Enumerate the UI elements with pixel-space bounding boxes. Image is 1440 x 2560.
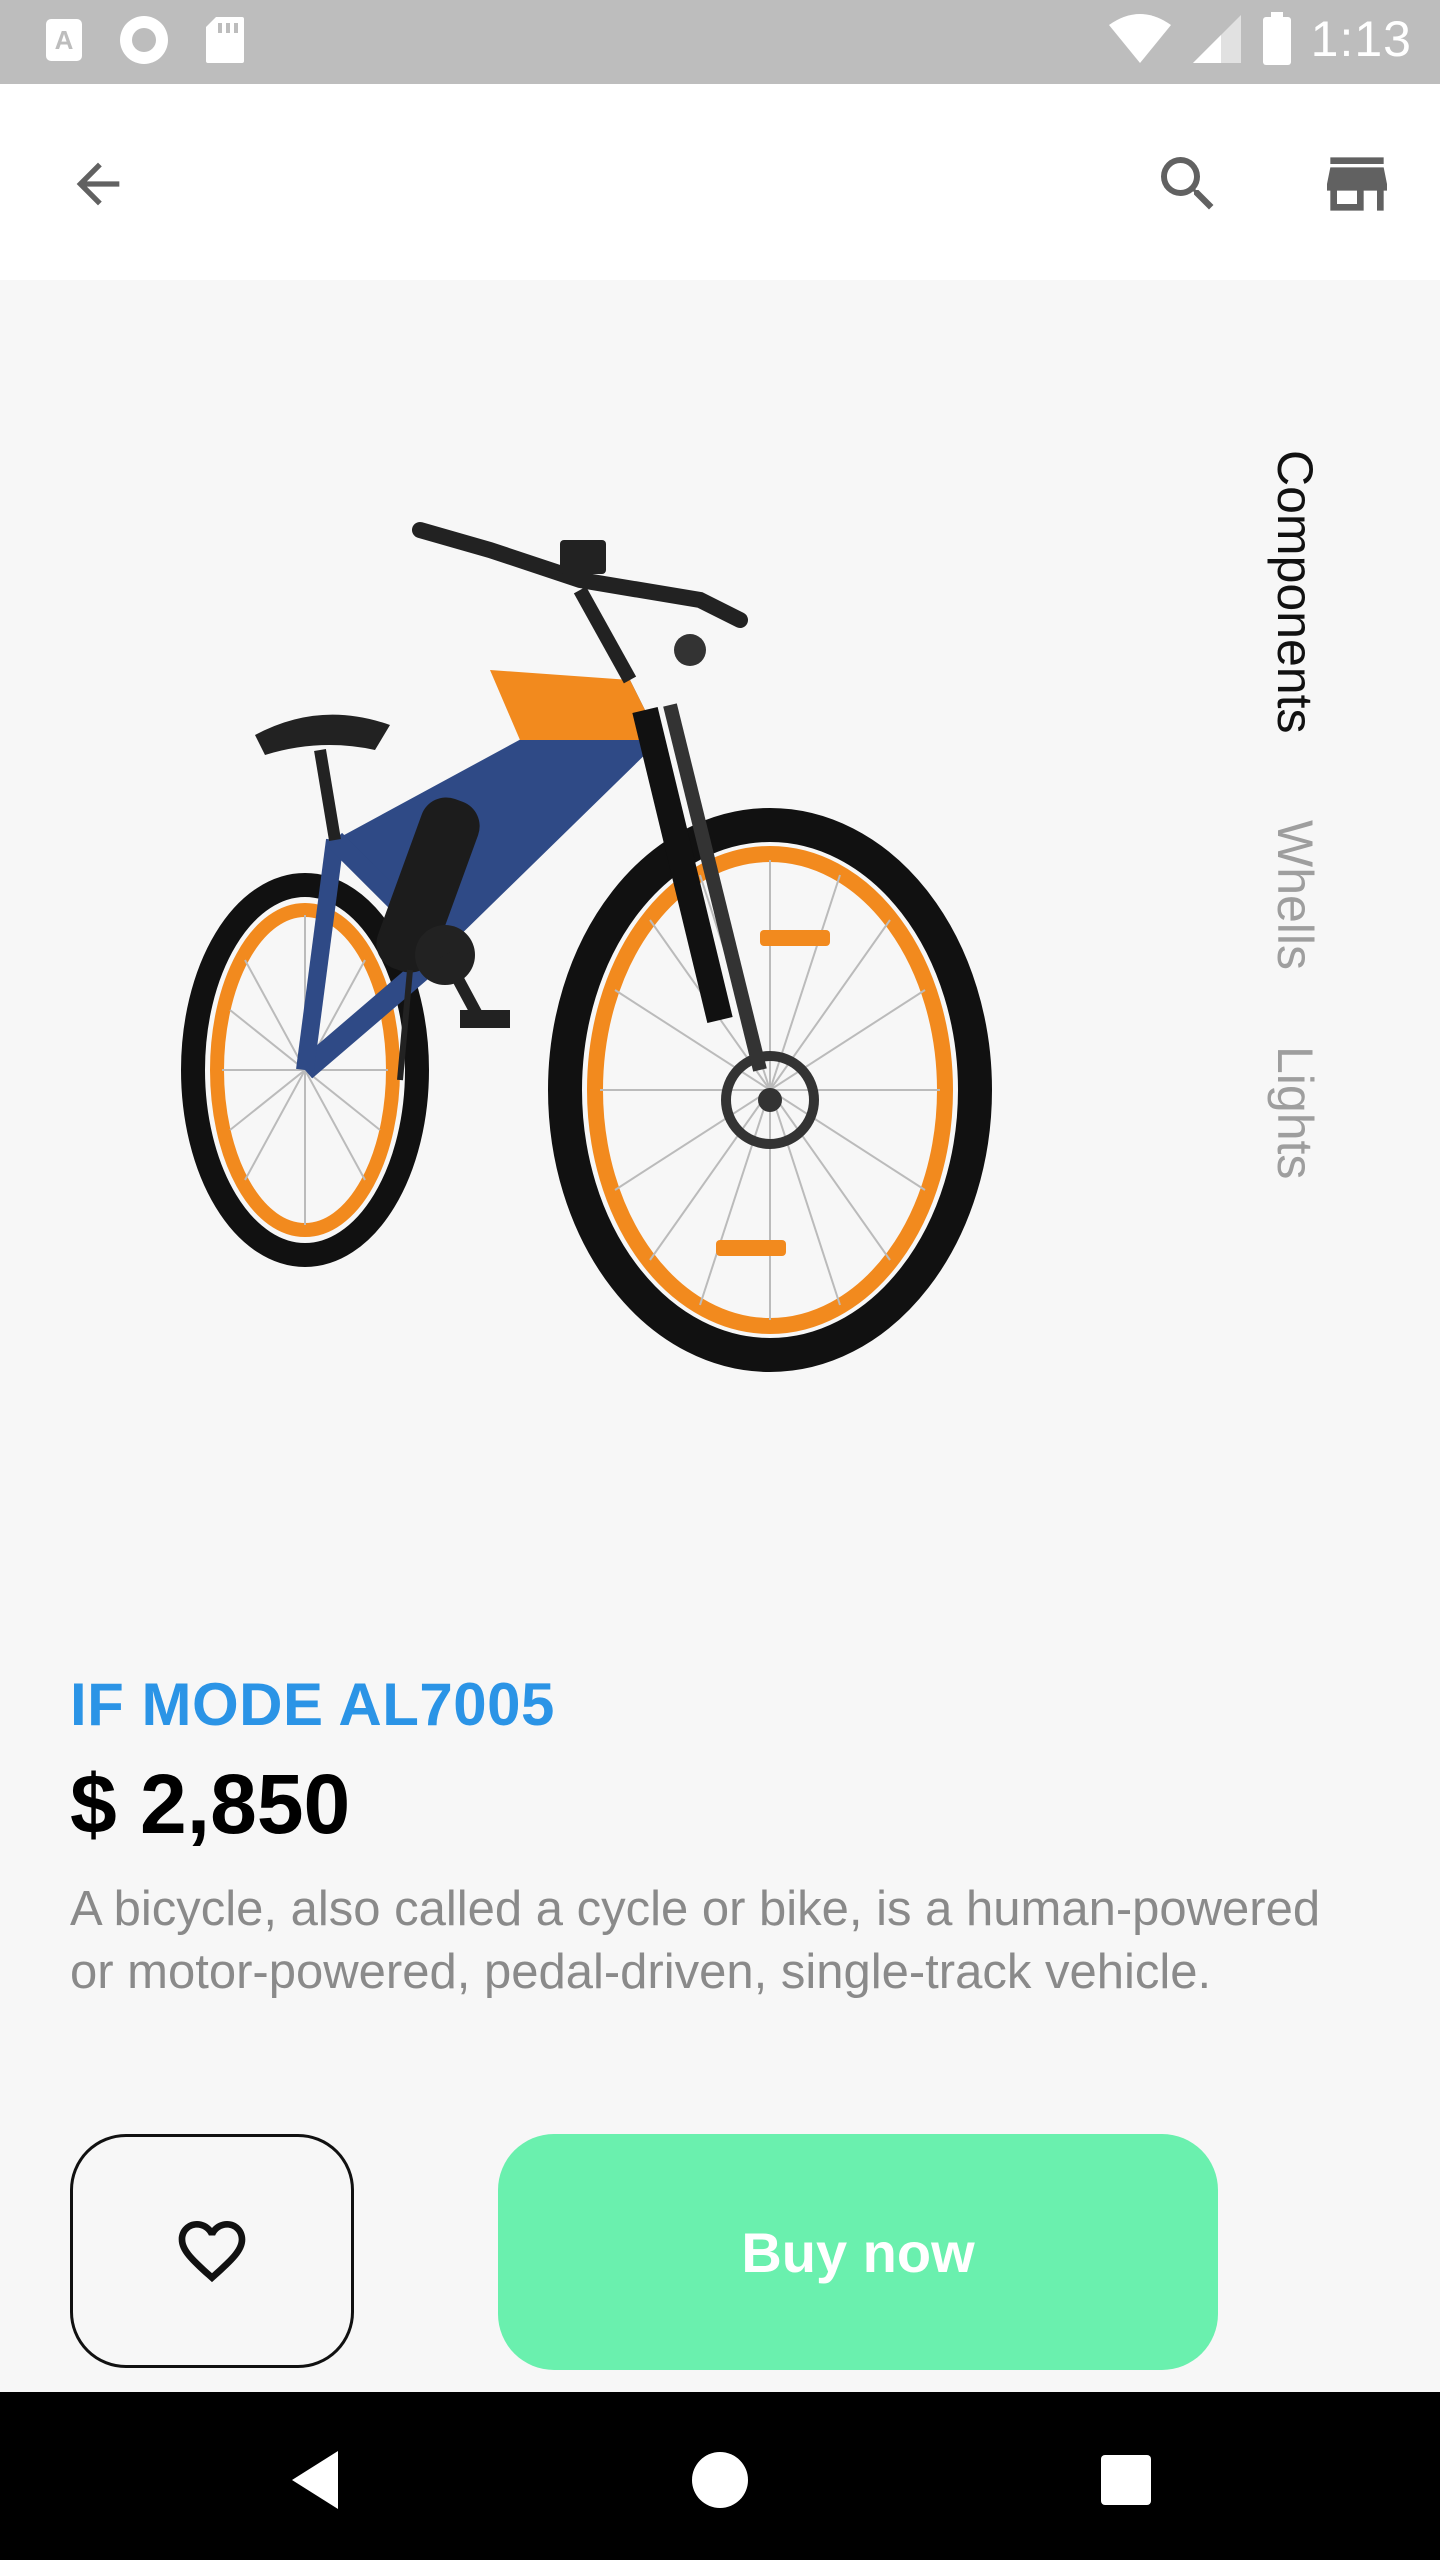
status-time: 1:13: [1310, 11, 1412, 67]
heart-outline-icon: [178, 2221, 246, 2283]
nav-home-button[interactable]: [680, 2440, 760, 2520]
front-wheel: [548, 808, 992, 1372]
search-button[interactable]: [1146, 142, 1230, 226]
back-button[interactable]: [56, 142, 140, 226]
product-description: A bicycle, also called a cycle or bike, …: [70, 1882, 1321, 1999]
tab-components[interactable]: Components: [1240, 450, 1350, 734]
favorite-button[interactable]: [70, 2134, 354, 2368]
buy-now-button[interactable]: Buy now: [498, 2134, 1218, 2370]
battery-icon: [1262, 12, 1291, 65]
arrow-back-icon: [76, 162, 120, 206]
status-left-icons: A: [44, 14, 246, 66]
record-icon: [120, 16, 168, 64]
system-nav-bar: [0, 2392, 1440, 2560]
nav-back-icon: [292, 2451, 338, 2509]
nav-recents-icon: [1101, 2455, 1151, 2505]
accessibility-font-icon: A: [46, 19, 82, 61]
nav-home-icon: [692, 2452, 748, 2508]
store-button[interactable]: [1312, 142, 1402, 226]
bicycle-image: [160, 510, 1040, 1430]
search-icon: [1161, 157, 1214, 210]
product-price: $ 2,850: [70, 1757, 351, 1851]
status-right-icons: 1:13: [1107, 10, 1412, 68]
cell-signal-icon: [1192, 15, 1241, 63]
bicycle-illustration: [181, 522, 992, 1372]
store-icon: [1327, 157, 1387, 211]
category-tabs: Components Whells Lights: [1240, 360, 1350, 1180]
product-name: IF MODE AL7005: [70, 1671, 555, 1738]
app-bar: [0, 84, 1440, 280]
wifi-icon: [1108, 14, 1171, 63]
tab-whells[interactable]: Whells: [1240, 820, 1350, 970]
tab-lights[interactable]: Lights: [1240, 1046, 1350, 1179]
sd-card-icon: [206, 17, 244, 63]
svg-text:A: A: [55, 25, 74, 55]
bike-frame: [255, 522, 767, 1081]
status-bar: A 1:13: [0, 0, 1440, 84]
nav-recents-button[interactable]: [1086, 2440, 1166, 2520]
product-content: Components Whells Lights IF MODE AL7005 …: [0, 280, 1440, 2392]
nav-back-button[interactable]: [276, 2440, 356, 2520]
